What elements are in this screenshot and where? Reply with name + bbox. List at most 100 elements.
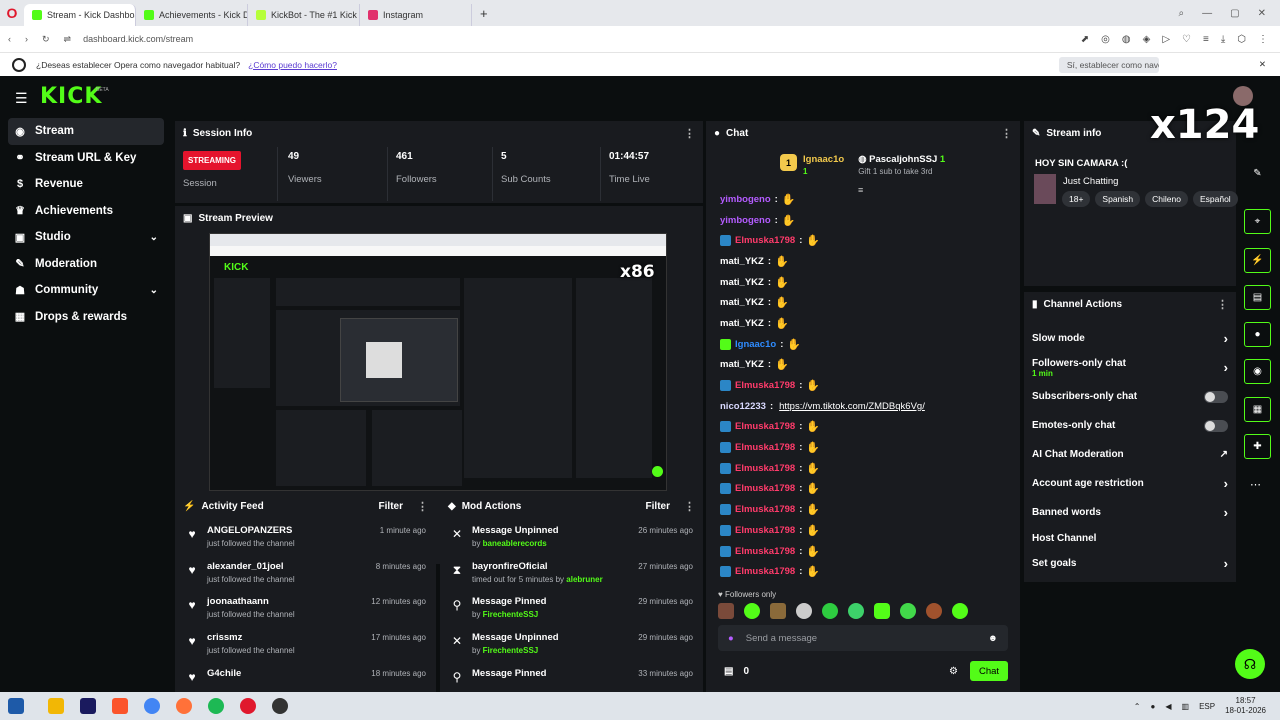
account-age-action[interactable]: Account age restriction › [1024,469,1236,498]
chat-message[interactable]: Ignaac1o: ✋ [706,334,1020,355]
chat-username[interactable]: mati_YKZ [720,277,764,288]
sidebar-item-stream-url-key[interactable]: ⚭ Stream URL & Key [8,145,164,172]
activity-user[interactable]: joonaathaann [207,596,295,607]
mod-action-row[interactable]: ✕ Message Unpinned by FirechenteSSJ 29 m… [440,626,703,662]
clock-time[interactable]: 18:57 [1236,696,1256,705]
rail-bolt-icon[interactable]: ⚡ [1244,248,1271,273]
rail-edit-icon[interactable]: ✎ [1244,161,1271,186]
filter-button[interactable]: Filter [646,501,670,512]
set-goals-action[interactable]: Set goals › [1024,549,1236,578]
chrome-icon[interactable] [144,698,160,714]
rail-tools-icon[interactable]: ✚ [1244,434,1271,459]
stream-preview-video[interactable]: KICK x86 [209,233,667,491]
leader-name[interactable]: Ignaac1o [803,154,844,165]
activity-row[interactable]: ♥ crissmz just followed the channel 17 m… [175,626,436,662]
set-default-button[interactable]: Sí, establecer como navegador [1058,56,1159,73]
sidebar-item-community[interactable]: ☗ Community ⌄ [8,277,164,304]
chat-message[interactable]: Elmuska1798: ✋ [706,520,1020,541]
back-icon[interactable]: ‹ [8,34,11,44]
more-options-icon[interactable]: ⋮ [1001,127,1012,140]
category-thumbnail[interactable] [1034,174,1056,204]
chat-messages[interactable]: yimbogeno: ✋ yimbogeno: ✋ Elmuska1798: ✋ mati_… [706,189,1020,579]
activity-user[interactable]: alexander_01joel [207,561,295,572]
sidebar-item-revenue[interactable]: $ Revenue [8,171,164,198]
volume-icon[interactable]: ◀ [1165,702,1171,711]
rail-broadcast-icon[interactable]: ◉ [1244,359,1271,384]
chevron-down-icon[interactable]: ⌄ [150,285,158,296]
emote-icon[interactable] [744,603,760,619]
network-icon[interactable]: ▥ [1182,702,1190,711]
new-tab-button[interactable]: + [480,6,488,21]
firefox-icon[interactable] [176,698,192,714]
kick-logo[interactable]: KICK [40,84,102,109]
sidebar-item-studio[interactable]: ▣ Studio ⌄ [8,224,164,251]
chat-username[interactable]: Ignaac1o [735,339,776,350]
mod-action-row[interactable]: ⧗ bayronfireOficial timed out for 5 minu… [440,555,703,591]
spotify-icon[interactable] [208,698,224,714]
activity-user[interactable]: G4chile [207,668,241,679]
premiere-icon[interactable] [80,698,96,714]
play-icon[interactable]: ▷ [1162,34,1170,45]
more-options-icon[interactable]: ⋮ [684,127,695,140]
sidebar-item-stream[interactable]: ◉ Stream [8,118,164,145]
chat-username[interactable]: mati_YKZ [720,256,764,267]
opera-logo-icon[interactable]: O [0,5,24,21]
activity-row[interactable]: ♥ ANGELOPANZERS just followed the channe… [175,519,436,555]
chat-message[interactable]: mati_YKZ: ✋ [706,313,1020,334]
rail-chat-icon[interactable]: ● [1244,322,1271,347]
tray-arrow-icon[interactable]: ⌃ [1134,702,1141,711]
start-icon[interactable] [8,698,24,714]
microphone-icon[interactable]: ● [728,633,734,644]
chat-username[interactable]: Elmuska1798 [735,421,795,432]
emote-icon[interactable] [900,603,916,619]
emote-icon[interactable] [952,603,968,619]
hamburger-menu-icon[interactable]: ☰ [15,90,28,107]
ai-moderation-action[interactable]: AI Chat Moderation ↗ [1024,440,1236,469]
close-notice-icon[interactable]: ✕ [1259,59,1266,70]
browser-tab-kickbot[interactable]: KickBot - The #1 Kick Bot [248,4,360,26]
mod-action-row[interactable]: ✕ Message Unpinned by baneablerecords 26… [440,519,703,555]
chat-message[interactable]: Elmuska1798: ✋ [706,230,1020,251]
chat-username[interactable]: Elmuska1798 [735,483,795,494]
chat-username[interactable]: Elmuska1798 [735,235,795,246]
chat-username[interactable]: Elmuska1798 [735,504,795,515]
more-options-icon[interactable]: ⋮ [684,500,695,513]
browser-tab-achievements[interactable]: Achievements - Kick Dashb [136,4,248,26]
chat-message[interactable]: nico12233: https://vm.tiktok.com/ZMDBqk6V… [706,396,1020,417]
subscribers-only-toggle[interactable] [1204,390,1228,403]
chat-message[interactable]: Elmuska1798: ✋ [706,499,1020,520]
heart-icon[interactable]: ♡ [1182,34,1191,45]
maximize-icon[interactable]: ▢ [1230,8,1239,19]
banned-words-action[interactable]: Banned words › [1024,498,1236,527]
search-tabs-icon[interactable]: ⌕ [1179,8,1185,19]
chat-username[interactable]: Elmuska1798 [735,463,795,474]
emote-icon[interactable] [718,603,734,619]
rail-camera-icon[interactable]: ⌖ [1244,209,1271,234]
followers-only-action[interactable]: Followers-only chat 1 min › [1024,353,1236,382]
activity-user[interactable]: crissmz [207,632,295,643]
emote-icon[interactable] [770,603,786,619]
chat-username[interactable]: nico12233 [720,401,766,412]
vpn-icon[interactable]: ◍ [1122,34,1131,45]
browser-tab-instagram[interactable]: Instagram [360,4,472,26]
emote-icon[interactable] [822,603,838,619]
obs-icon[interactable] [272,698,288,714]
chat-message[interactable]: yimbogeno: ✋ [706,189,1020,210]
more-icon[interactable]: ⋮ [1258,34,1268,45]
activity-row[interactable]: ♥ alexander_01joel just followed the cha… [175,555,436,591]
clock-date[interactable]: 18-01-2026 [1225,706,1266,715]
browser-tab-stream[interactable]: Stream - Kick Dashboard [24,4,136,26]
chat-username[interactable]: Elmuska1798 [735,442,795,453]
support-headset-icon[interactable]: ☊ [1235,649,1265,679]
chat-message[interactable]: Elmuska1798: ✋ [706,375,1020,396]
chat-username[interactable]: mati_YKZ [720,359,764,370]
sidebar-item-achievements[interactable]: ♛ Achievements [8,198,164,225]
filter-button[interactable]: Filter [379,501,403,512]
emoji-icon[interactable]: ☻ [988,633,998,644]
chat-message[interactable]: mati_YKZ: ✋ [706,251,1020,272]
mod-action-moderator[interactable]: FirechenteSSJ [483,610,539,619]
chat-username[interactable]: yimbogeno [720,194,771,205]
minimize-icon[interactable]: — [1202,8,1212,19]
opera-taskbar-icon[interactable] [240,698,256,714]
share-icon[interactable]: ⬈ [1081,34,1089,45]
